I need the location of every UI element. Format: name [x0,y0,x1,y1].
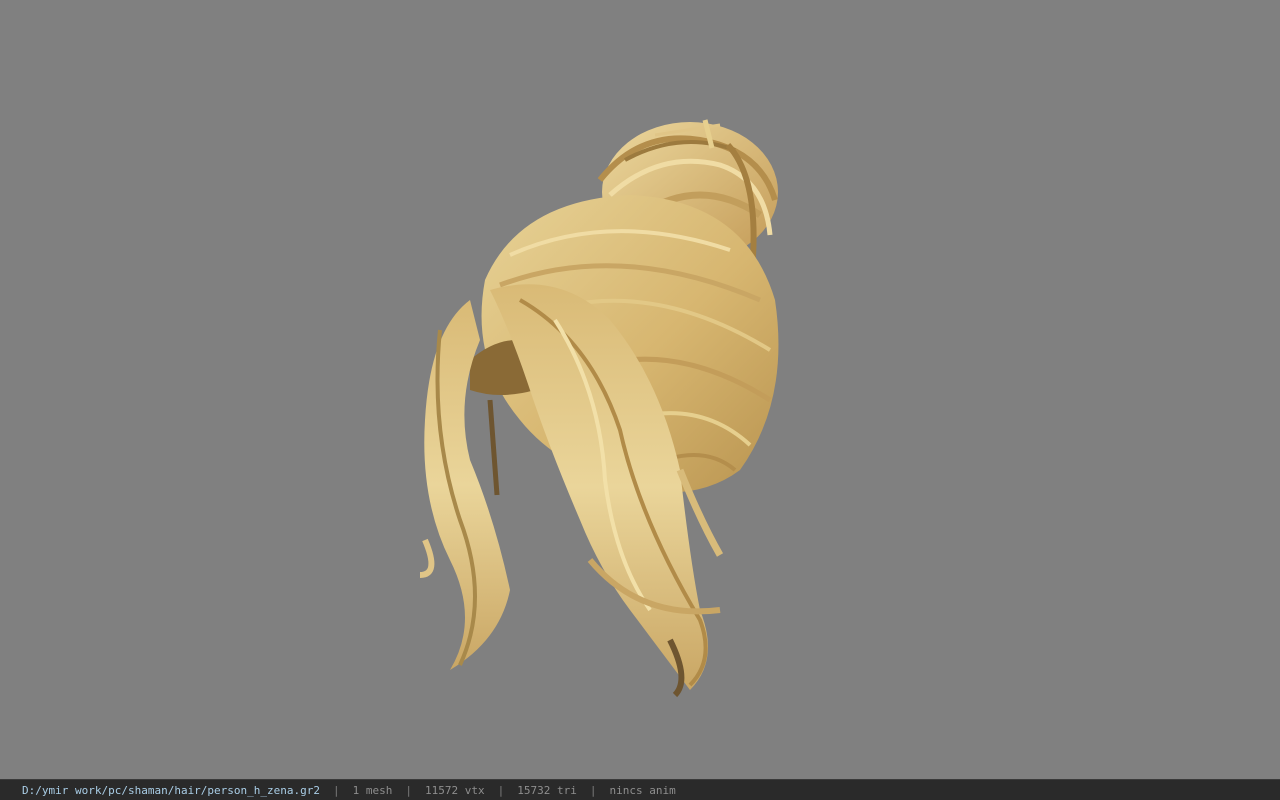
status-separator: | [333,783,340,797]
status-separator: | [497,783,505,797]
mesh-count-label: 1 mesh [352,783,393,797]
status-separator: | [589,783,597,797]
hair-model-render [419,119,779,698]
status-separator: | [405,783,413,797]
file-path-label: D:/ymir work/pc/shaman/hair/person_h_zen… [22,783,321,797]
status-bar: D:/ymir work/pc/shaman/hair/person_h_zen… [0,779,1280,800]
animation-status-label: nincs anim [609,783,676,797]
model-viewport[interactable] [0,0,1280,779]
vertex-count-label: 11572 vtx [425,783,485,797]
triangle-count-label: 15732 tri [517,783,577,797]
